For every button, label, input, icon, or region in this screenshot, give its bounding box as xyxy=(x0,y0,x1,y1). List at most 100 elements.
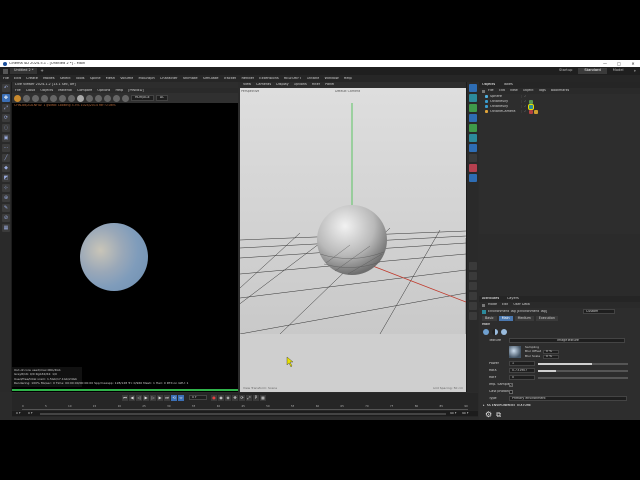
tab-takes[interactable]: Takes xyxy=(503,83,513,87)
as-env-texture-section[interactable]: ▸ AS ENVIRONMENT TEXTURE xyxy=(479,402,640,409)
next-frame-button[interactable]: ▷ xyxy=(150,394,156,401)
menu-edit[interactable]: Edit xyxy=(14,77,21,81)
rotx-field[interactable]: 0.731907 xyxy=(509,368,535,373)
gear-icon[interactable]: ⚙ xyxy=(485,411,492,419)
vp-menu-filter[interactable]: Filter xyxy=(312,83,320,86)
object-picker-icon[interactable] xyxy=(95,94,102,102)
goto-start-button[interactable]: ⏮ xyxy=(122,394,128,401)
menu-tools[interactable]: Tools xyxy=(76,77,85,81)
cube-icon[interactable] xyxy=(469,84,477,92)
lv-menu-help[interactable]: Help xyxy=(115,89,123,92)
timeline-ruler[interactable]: 0 5 10 15 20 25 30 35 40 45 50 55 60 65 … xyxy=(22,405,468,410)
cloner-icon[interactable] xyxy=(469,114,477,122)
visibility-flags[interactable]: ⋮ ✓ xyxy=(520,95,526,98)
subtab-main[interactable]: Main xyxy=(498,316,513,321)
channel-select[interactable]: DL xyxy=(155,95,168,101)
axis-icon[interactable]: ⊹ xyxy=(2,184,10,192)
texture-preview-thumbnail[interactable] xyxy=(509,346,521,358)
render-view-icon[interactable] xyxy=(469,262,477,270)
light-icon[interactable] xyxy=(469,164,477,172)
menu-character[interactable]: Character xyxy=(160,77,178,81)
menu-help[interactable]: Help xyxy=(344,77,352,81)
list-item[interactable]: OctaneCamera ⋮ ✓ xyxy=(479,109,640,114)
restart-render-icon[interactable] xyxy=(23,94,30,102)
model-mode-icon[interactable]: ▣ xyxy=(2,134,10,142)
tab-layers[interactable]: Layers xyxy=(507,297,519,301)
half-sky-preset-icon[interactable] xyxy=(492,329,498,335)
home-icon[interactable] xyxy=(3,68,8,74)
save-image-icon[interactable] xyxy=(122,94,129,102)
environment-tag-icon[interactable] xyxy=(528,103,535,110)
points-mode-icon[interactable]: ⋯ xyxy=(2,144,10,152)
lv-menu-file[interactable]: File xyxy=(15,89,21,92)
more-layouts-icon[interactable]: » xyxy=(634,69,636,73)
cast-photons-checkbox[interactable] xyxy=(509,389,513,394)
focus-picker-icon[interactable] xyxy=(77,94,84,102)
play-button[interactable]: ▶ xyxy=(143,394,149,401)
menu-mesh[interactable]: Mesh xyxy=(106,77,115,81)
key-pla-button[interactable]: ▦ xyxy=(260,394,266,401)
new-tab-icon[interactable]: + xyxy=(40,69,43,73)
lv-menu-material[interactable]: Material xyxy=(58,89,72,92)
viewport-lower-area[interactable] xyxy=(240,334,466,392)
send-scene-icon[interactable] xyxy=(14,94,21,102)
node-icon[interactable]: ⧉ xyxy=(496,412,501,419)
range-end-field[interactable]: 90 F xyxy=(450,412,462,415)
hdri-preset-icon[interactable] xyxy=(501,329,507,335)
menu-file[interactable]: File xyxy=(3,77,9,81)
deformer-icon[interactable] xyxy=(469,124,477,132)
vp-menu-cameras[interactable]: Cameras xyxy=(256,83,271,86)
minimize-button[interactable]: — xyxy=(598,62,612,66)
prev-frame-button[interactable]: ◁ xyxy=(136,394,142,401)
key-scale-button[interactable]: ⤢ xyxy=(246,394,252,401)
layout-model[interactable]: Model xyxy=(607,68,630,74)
camera-icon[interactable] xyxy=(469,154,477,162)
workplane-icon[interactable]: ▦ xyxy=(2,224,10,232)
polygons-mode-icon[interactable]: ◆ xyxy=(2,164,10,172)
render-settings-icon[interactable] xyxy=(469,272,477,280)
picture-viewer-icon[interactable] xyxy=(469,282,477,290)
visibility-flags[interactable]: ⋮ ✓ xyxy=(520,100,526,103)
vp-menu-view[interactable]: View xyxy=(243,83,251,86)
visibility-flags[interactable]: ⋮ ✓ xyxy=(520,105,526,108)
field-icon[interactable] xyxy=(469,134,477,142)
live-select-icon[interactable]: ◌ xyxy=(2,124,10,132)
attributes-mode-select[interactable]: Custom xyxy=(583,309,615,314)
lock-icon[interactable]: ⊘ xyxy=(2,214,10,222)
undo-icon[interactable]: ↶ xyxy=(2,84,10,92)
key-rotation-button[interactable]: ⟳ xyxy=(239,394,245,401)
edges-mode-icon[interactable]: ╱ xyxy=(2,154,10,162)
layout-icon[interactable] xyxy=(469,302,477,310)
menu-octane[interactable]: Octane xyxy=(307,77,320,81)
visibility-flags[interactable]: ⋮ ✓ xyxy=(520,110,526,113)
uv-mode-icon[interactable]: ◩ xyxy=(2,174,10,182)
close-button[interactable]: ✕ xyxy=(626,62,640,66)
subtab-medium[interactable]: Medium xyxy=(514,316,534,321)
range-start-field[interactable]: 0 F xyxy=(16,412,28,415)
viewport-panel[interactable]: View Cameras Display Options Filter Pane… xyxy=(240,82,466,392)
menu-extensions[interactable]: Extensions xyxy=(259,77,279,81)
menu-create[interactable]: Create xyxy=(26,77,38,81)
range-end-field-2[interactable]: 90 F xyxy=(462,412,474,415)
key-param-button[interactable]: P xyxy=(253,394,259,401)
pause-render-icon[interactable] xyxy=(32,94,39,102)
lv-menu-compare[interactable]: Compare xyxy=(77,89,92,92)
viewport-canvas[interactable] xyxy=(240,88,466,334)
scene-icon[interactable] xyxy=(469,144,477,152)
vp-menu-options[interactable]: Options xyxy=(294,83,307,86)
lv-menu-objects[interactable]: Objects xyxy=(40,89,53,92)
menu-animate[interactable]: Animate xyxy=(183,77,198,81)
brush-icon[interactable]: ✎ xyxy=(2,204,10,212)
obj-menu-object[interactable]: Object xyxy=(523,89,534,92)
tab-attributes[interactable]: Attributes xyxy=(482,297,499,301)
attr-menu-edit[interactable]: Edit xyxy=(502,303,508,306)
camera-icon[interactable] xyxy=(113,94,120,102)
menu-redshift[interactable]: REDSHIFT xyxy=(284,77,302,81)
spline-pen-icon[interactable] xyxy=(469,94,477,102)
current-frame-field[interactable]: 0 F xyxy=(189,395,207,400)
region-render-icon[interactable] xyxy=(59,94,66,102)
layout-startup[interactable]: Startup xyxy=(553,68,578,74)
white-balance-icon[interactable] xyxy=(104,94,111,102)
menu-window[interactable]: Window xyxy=(324,77,338,81)
prev-key-button[interactable]: ◀ xyxy=(129,394,135,401)
